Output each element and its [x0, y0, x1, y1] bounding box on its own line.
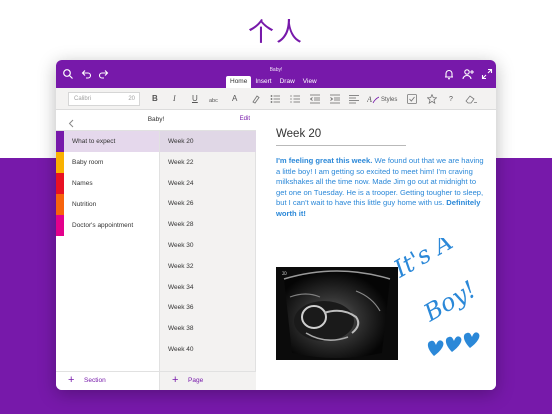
svg-text:2D: 2D — [282, 271, 287, 276]
page-item[interactable]: Week 28 — [160, 214, 256, 235]
page-label: Week 32 — [168, 262, 194, 270]
eraser-icon[interactable] — [465, 94, 477, 104]
section-item[interactable]: Baby room — [56, 152, 159, 173]
tab-view[interactable]: View — [299, 76, 321, 88]
handwriting-ink[interactable]: It's A Boy! — [388, 227, 496, 368]
page-item[interactable]: Week 30 — [160, 235, 256, 256]
section-label: Names — [72, 180, 93, 187]
title-bar: Baby! Home Insert Draw View — [56, 60, 496, 88]
styles-button[interactable]: Styles — [381, 94, 397, 106]
notebook-title: Baby! — [147, 116, 165, 123]
bell-icon[interactable] — [443, 68, 455, 80]
plus-icon: + — [68, 374, 75, 386]
note-intro-bold: I'm feeling great this week. — [276, 156, 373, 165]
page-item[interactable]: Week 20 — [160, 131, 256, 152]
section-label: What to expect — [72, 138, 116, 145]
indent-icon[interactable] — [330, 94, 340, 104]
page-label: Week 20 — [168, 138, 194, 145]
page-item[interactable]: Week 32 — [160, 256, 256, 277]
bold-button[interactable]: B — [152, 93, 158, 105]
section-color-tab — [56, 215, 64, 236]
page-label: Week 22 — [168, 158, 194, 166]
add-page-label: Page — [188, 377, 204, 384]
page-item[interactable]: Week 40 — [160, 339, 256, 360]
section-color-tab — [56, 173, 64, 194]
font-size[interactable]: 20 — [128, 96, 135, 102]
section-label: Baby room — [72, 159, 104, 166]
edit-button[interactable]: Edit — [240, 116, 250, 122]
plus-icon: + — [172, 374, 179, 386]
note-page[interactable]: Week 20 I'm feeling great this week. We … — [256, 110, 496, 390]
section-item[interactable]: Names — [56, 173, 159, 194]
add-section-label: Section — [84, 377, 106, 384]
outdent-icon[interactable] — [310, 94, 320, 104]
highlight-icon[interactable] — [251, 94, 261, 104]
font-selector[interactable]: Calibri 20 — [68, 92, 140, 106]
page-label: Week 28 — [168, 221, 194, 229]
ribbon-toolbar: Calibri 20 B I U abc A A Styles ? — [56, 88, 496, 110]
page-label: Week 34 — [168, 283, 194, 291]
page-title[interactable]: Week 20 — [276, 128, 321, 140]
add-page-button[interactable]: + Page — [160, 371, 256, 390]
page-label: Week 40 — [168, 346, 194, 353]
hearts-doodle — [427, 332, 480, 356]
bullet-list-icon[interactable] — [270, 94, 280, 104]
section-item[interactable]: What to expect — [56, 131, 159, 152]
todo-checkbox-icon[interactable] — [407, 94, 417, 104]
page-label: Week 24 — [168, 179, 194, 187]
add-person-icon[interactable] — [462, 68, 474, 80]
handwriting-line-1: It's A — [394, 238, 458, 284]
navigation-header: Baby! Edit — [56, 110, 256, 131]
styles-icon[interactable]: A — [367, 94, 379, 104]
section-item[interactable]: Doctor's appointment — [56, 215, 159, 236]
page-item[interactable]: Week 34 — [160, 277, 256, 298]
align-icon[interactable] — [349, 94, 359, 104]
italic-button[interactable]: I — [173, 93, 176, 105]
ribbon-tabs: Home Insert Draw View — [226, 76, 321, 88]
numbered-list-icon[interactable] — [290, 94, 300, 104]
underline-button[interactable]: U — [192, 93, 198, 105]
font-name: Calibri — [74, 96, 92, 102]
tag-star-icon[interactable] — [427, 94, 437, 104]
strikethrough-button[interactable]: abc — [209, 95, 218, 107]
page-label: Week 30 — [168, 242, 194, 249]
tab-insert[interactable]: Insert — [251, 76, 275, 88]
note-body[interactable]: I'm feeling great this week. We found ou… — [276, 156, 488, 219]
headline: 个人 — [247, 18, 304, 48]
svg-text:A: A — [367, 95, 372, 104]
title-underline — [276, 145, 406, 146]
tab-home[interactable]: Home — [226, 76, 252, 88]
expand-icon[interactable] — [481, 68, 493, 80]
ultrasound-image[interactable]: 2D — [276, 267, 398, 360]
page-label: Week 36 — [168, 304, 194, 312]
document-title: Baby! — [269, 67, 283, 73]
section-label: Doctor's appointment — [72, 222, 134, 229]
page-item[interactable]: Week 26 — [160, 193, 256, 214]
page-item[interactable]: Week 38 — [160, 318, 256, 339]
handwriting-line-2: Boy! — [418, 275, 481, 327]
section-color-tab — [56, 194, 64, 215]
help-icon[interactable]: ? — [449, 94, 453, 106]
app-window: Baby! Home Insert Draw View Calibri 20 B… — [56, 60, 496, 390]
page-item[interactable]: Week 36 — [160, 297, 256, 318]
page-label: Week 38 — [168, 325, 194, 333]
section-label: Nutrition — [72, 201, 97, 208]
page-item[interactable]: Week 24 — [160, 173, 256, 194]
section-color-tab — [56, 152, 64, 173]
page-item[interactable]: Week 22 — [160, 152, 256, 173]
section-color-tab — [56, 131, 64, 152]
font-color-button[interactable]: A — [232, 93, 237, 105]
section-item[interactable]: Nutrition — [56, 194, 159, 215]
tab-draw[interactable]: Draw — [276, 76, 299, 88]
add-section-button[interactable]: + Section — [56, 371, 160, 390]
page-label: Week 26 — [168, 200, 194, 208]
